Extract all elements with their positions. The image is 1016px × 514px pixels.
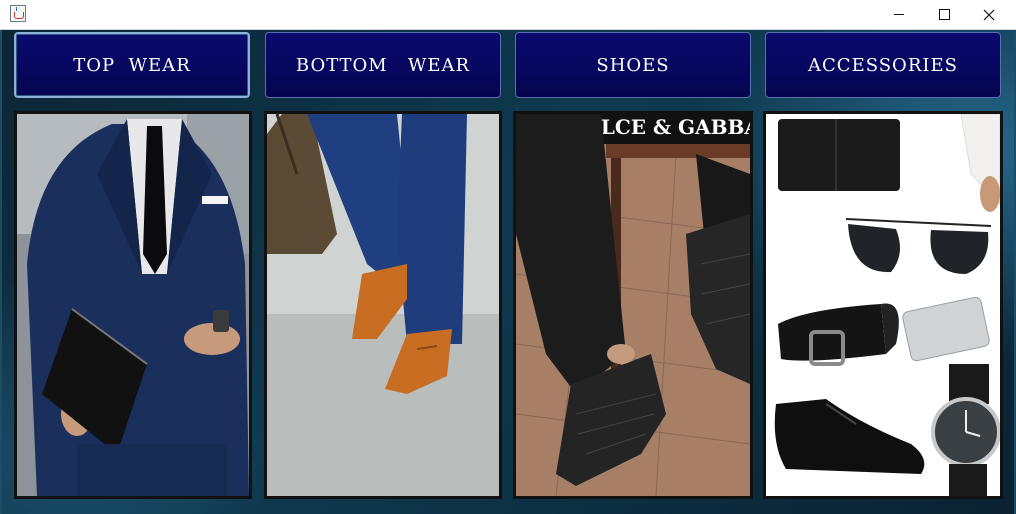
java-cup-icon <box>10 5 26 22</box>
close-icon <box>983 9 995 20</box>
top-wear-button[interactable]: TOP WEAR <box>14 32 250 98</box>
accessories-button[interactable]: ACCESSORIES <box>765 32 1001 98</box>
accessories-image[interactable] <box>763 111 1003 499</box>
window-titlebar <box>0 0 1016 30</box>
minimize-button[interactable] <box>876 0 922 29</box>
minimize-icon <box>894 14 904 15</box>
top-wear-image[interactable] <box>14 111 252 499</box>
maximize-icon <box>938 9 950 20</box>
shoes-image[interactable]: DOLCE & GABBA <box>513 111 753 499</box>
shoes-button[interactable]: SHOES <box>515 32 751 98</box>
bottom-wear-image[interactable] <box>264 111 502 499</box>
maximize-button[interactable] <box>921 0 967 29</box>
close-button[interactable] <box>966 0 1012 29</box>
bottom-wear-button[interactable]: BOTTOM WEAR <box>265 32 501 98</box>
